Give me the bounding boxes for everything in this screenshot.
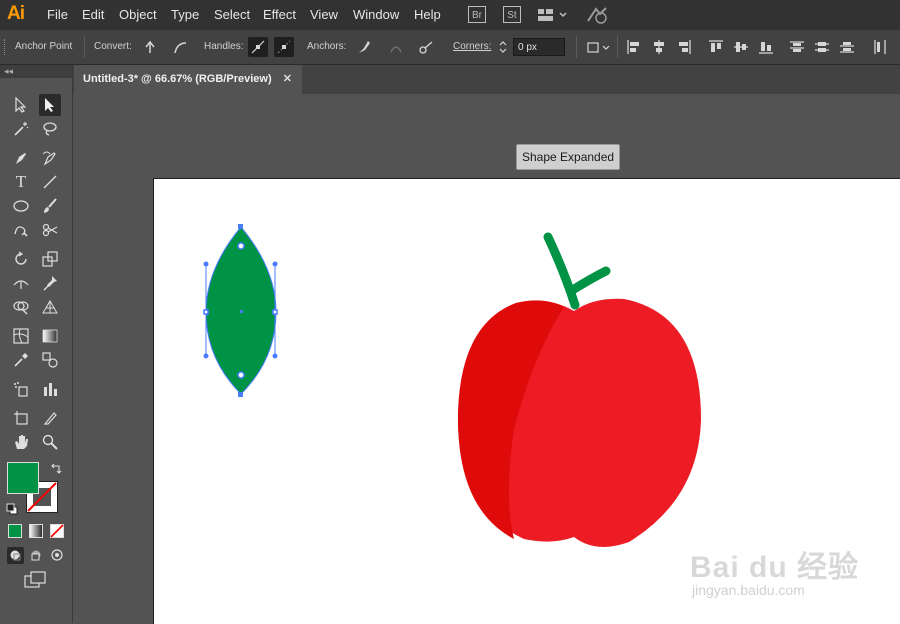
transform-reference-icon[interactable] xyxy=(584,37,612,57)
document-tab-bar: Untitled-3* @ 66.67% (RGB/Preview) ✕ xyxy=(73,65,900,94)
cut-path-button[interactable] xyxy=(416,37,436,57)
tools-panel: ◂◂ T xyxy=(0,65,73,623)
connect-anchors-button[interactable] xyxy=(386,37,406,57)
blend-tool-icon[interactable] xyxy=(39,349,61,371)
watermark-brand: Bai du 经验 xyxy=(690,551,860,584)
bridge-button[interactable]: Br xyxy=(468,6,486,23)
menu-edit[interactable]: Edit xyxy=(82,7,104,22)
distribute-vertical-center-icon[interactable] xyxy=(812,37,832,57)
control-bar: Anchor Point Convert: Handles: Anchors: … xyxy=(0,30,900,65)
default-fill-stroke-icon[interactable] xyxy=(6,502,18,520)
shape-builder-tool-icon[interactable] xyxy=(10,296,32,318)
paintbrush-tool-icon[interactable] xyxy=(39,195,61,217)
perspective-grid-tool-icon[interactable] xyxy=(39,296,61,318)
menu-type[interactable]: Type xyxy=(171,7,199,22)
menu-bar: Ai File Edit Object Type Select Effect V… xyxy=(0,0,900,30)
align-top-icon[interactable] xyxy=(706,37,726,57)
workspace-switcher-icon[interactable] xyxy=(537,7,569,26)
distribute-bottom-icon[interactable] xyxy=(837,37,857,57)
none-mode-icon[interactable] xyxy=(50,524,64,543)
align-right-icon[interactable] xyxy=(674,37,694,57)
swap-fill-stroke-icon[interactable] xyxy=(50,462,62,480)
align-bottom-icon[interactable] xyxy=(756,37,776,57)
convert-to-smooth-button[interactable] xyxy=(170,37,190,57)
column-graph-tool-icon[interactable] xyxy=(39,378,61,400)
fill-color-swatch[interactable] xyxy=(7,462,39,494)
corners-input[interactable]: 0 px xyxy=(513,38,565,56)
tooltip: Shape Expanded xyxy=(516,144,621,170)
anchors-label: Anchors: xyxy=(307,41,347,52)
menu-object[interactable]: Object xyxy=(119,7,157,22)
gradient-tool-icon[interactable] xyxy=(39,325,61,347)
eyedropper-tool-icon[interactable] xyxy=(10,349,32,371)
puppet-warp-tool-icon[interactable] xyxy=(39,272,61,294)
shaper-tool-icon[interactable] xyxy=(10,219,32,241)
ellipse-tool-icon[interactable] xyxy=(10,195,32,217)
corners-stepper[interactable] xyxy=(496,37,510,57)
mesh-tool-icon[interactable] xyxy=(10,325,32,347)
close-icon[interactable]: ✕ xyxy=(283,72,292,85)
menu-view[interactable]: View xyxy=(310,7,338,22)
selection-tool-icon[interactable] xyxy=(10,94,32,116)
corners-label[interactable]: Corners: xyxy=(453,41,491,52)
zoom-tool-icon[interactable] xyxy=(39,431,61,453)
type-tool-icon[interactable]: T xyxy=(10,171,32,193)
watermark-url: jingyan.baidu.com xyxy=(692,582,805,598)
align-left-icon[interactable] xyxy=(624,37,644,57)
line-segment-tool-icon[interactable] xyxy=(39,171,61,193)
artboard-tool-icon[interactable] xyxy=(10,407,32,429)
width-tool-icon[interactable] xyxy=(10,272,32,294)
baidu-watermark: Bai du 经验 jingyan.baidu.com xyxy=(690,520,890,610)
hide-handles-button[interactable] xyxy=(274,37,294,57)
convert-label: Convert: xyxy=(94,41,132,52)
gradient-mode-icon[interactable] xyxy=(29,524,43,543)
divider xyxy=(576,36,577,58)
gpu-performance-icon[interactable] xyxy=(586,5,610,28)
menu-window[interactable]: Window xyxy=(353,7,399,22)
draw-behind-icon[interactable] xyxy=(28,547,45,569)
tools-panel-collapse[interactable]: ◂◂ xyxy=(0,65,72,78)
draw-normal-icon[interactable] xyxy=(7,547,24,564)
align-horizontal-center-icon[interactable] xyxy=(649,37,669,57)
control-bar-grip[interactable] xyxy=(4,39,8,55)
divider xyxy=(84,36,85,58)
scale-tool-icon[interactable] xyxy=(39,248,61,270)
app-logo: Ai xyxy=(7,3,25,24)
anchor-point-label: Anchor Point xyxy=(15,41,73,52)
menu-file[interactable]: File xyxy=(47,7,68,22)
document-tab-title: Untitled-3* @ 66.67% (RGB/Preview) xyxy=(83,73,272,85)
convert-to-corner-button[interactable] xyxy=(140,37,160,57)
rotate-tool-icon[interactable] xyxy=(10,248,32,270)
scissors-tool-icon[interactable] xyxy=(39,219,61,241)
pen-tool-icon[interactable] xyxy=(10,147,32,169)
menu-select[interactable]: Select xyxy=(214,7,250,22)
curvature-tool-icon[interactable] xyxy=(39,147,61,169)
remove-anchor-button[interactable] xyxy=(354,37,374,57)
document-tab[interactable]: Untitled-3* @ 66.67% (RGB/Preview) ✕ xyxy=(74,65,302,94)
distribute-top-icon[interactable] xyxy=(787,37,807,57)
center-point xyxy=(240,310,243,313)
slice-tool-icon[interactable] xyxy=(39,407,61,429)
change-screen-mode-icon[interactable] xyxy=(24,571,48,594)
hand-tool-icon[interactable] xyxy=(10,431,32,453)
direct-selection-tool-icon[interactable] xyxy=(39,94,61,116)
symbol-sprayer-tool-icon[interactable] xyxy=(10,378,32,400)
divider xyxy=(617,36,618,58)
show-handles-button[interactable] xyxy=(248,37,268,57)
handles-label: Handles: xyxy=(204,41,244,52)
align-vertical-center-icon[interactable] xyxy=(731,37,751,57)
menu-help[interactable]: Help xyxy=(414,7,441,22)
menu-effect[interactable]: Effect xyxy=(263,7,296,22)
magic-wand-tool-icon[interactable] xyxy=(10,118,32,140)
distribute-left-icon[interactable] xyxy=(870,37,890,57)
lasso-tool-icon[interactable] xyxy=(39,118,61,140)
stock-button[interactable]: St xyxy=(503,6,521,23)
color-mode-icon[interactable] xyxy=(8,524,22,538)
draw-inside-icon[interactable] xyxy=(49,547,66,569)
apple-stem xyxy=(543,232,611,310)
